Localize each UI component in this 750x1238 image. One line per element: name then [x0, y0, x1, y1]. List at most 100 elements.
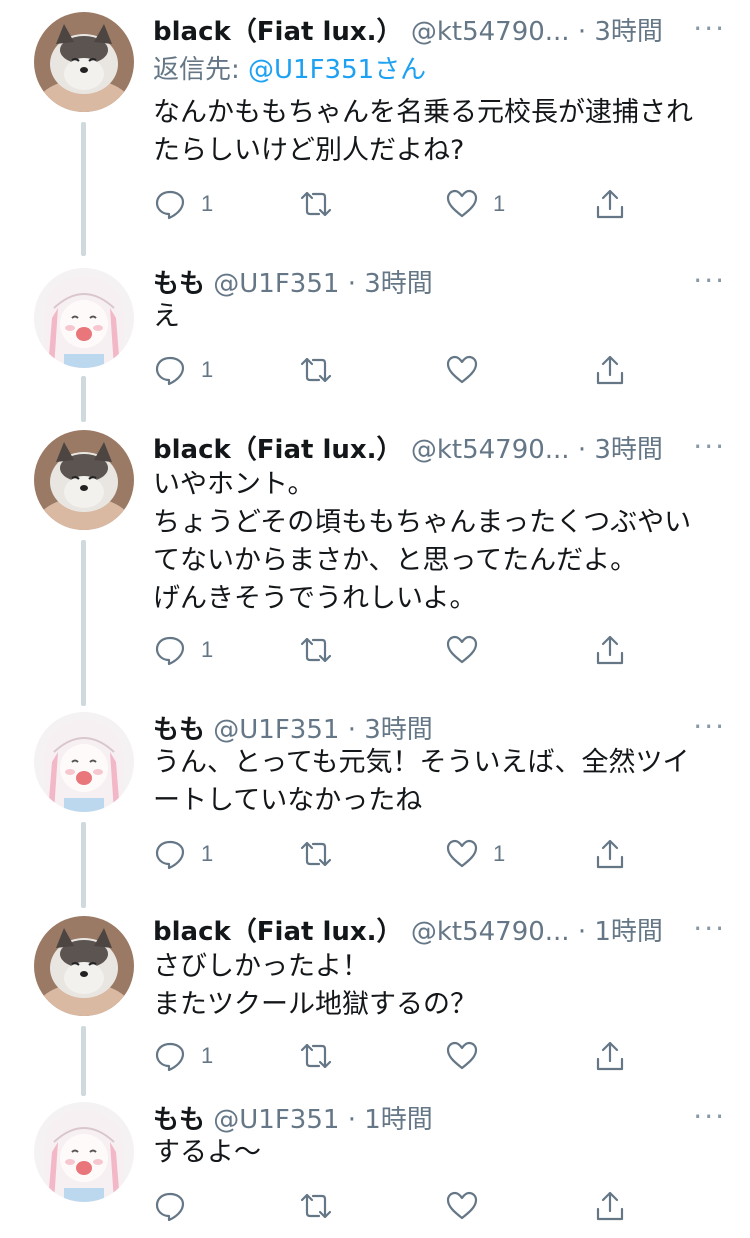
more-icon[interactable]: ···	[693, 710, 726, 744]
more-icon[interactable]: ···	[693, 430, 726, 464]
share-button[interactable]	[593, 350, 627, 390]
share-button[interactable]	[593, 1036, 627, 1076]
replying-to: 返信先: @U1F351さん	[153, 50, 426, 90]
retweet-button[interactable]	[299, 350, 347, 390]
share-icon	[596, 839, 624, 869]
separator-dot: ·	[577, 435, 587, 465]
reply-icon	[155, 636, 185, 666]
avatar-anime-girl[interactable]	[34, 1102, 134, 1202]
separator-dot: ·	[347, 1105, 356, 1135]
author-handle[interactable]: @U1F351	[213, 715, 339, 745]
tweet-text-line: うん、とっても元気！そういえば、全然ツイ	[153, 747, 690, 778]
reply-count: 1	[201, 841, 214, 866]
tweet[interactable]: もも @U1F351 · 3時間 ··· え 1	[0, 258, 750, 398]
avatar-dog[interactable]	[34, 12, 134, 112]
avatar-anime-girl[interactable]	[34, 712, 134, 812]
retweet-button[interactable]	[299, 184, 347, 224]
more-icon[interactable]: ···	[693, 264, 726, 298]
timestamp[interactable]: 3時間	[594, 17, 663, 47]
reply-to-mention[interactable]: @U1F351さん	[248, 55, 426, 85]
retweet-icon	[300, 1043, 332, 1069]
retweet-button[interactable]	[299, 630, 347, 670]
share-icon	[596, 635, 624, 665]
reply-button[interactable]: 1	[153, 834, 213, 874]
like-button[interactable]	[445, 350, 493, 390]
timestamp[interactable]: 3時間	[364, 715, 433, 745]
reply-button[interactable]: 1	[153, 184, 213, 224]
like-button[interactable]	[445, 630, 493, 670]
reply-button[interactable]: 1	[153, 1036, 213, 1076]
action-bar: 1	[153, 350, 633, 390]
tweet-text-line: げんきそうでうれしいよ。	[153, 583, 477, 614]
separator-dot: ·	[577, 17, 587, 47]
timestamp[interactable]: 3時間	[594, 435, 663, 465]
author-handle[interactable]: @U1F351	[213, 1105, 339, 1135]
tweet-text: さびしかったよ！ またツクール地獄するの？	[153, 948, 722, 1024]
retweet-button[interactable]	[299, 834, 347, 874]
avatar-anime-girl[interactable]	[34, 268, 134, 368]
tweet-header: black（Fiat lux.） @kt54790... · 3時間 ···	[153, 12, 726, 52]
share-icon	[596, 1191, 624, 1221]
heart-icon	[446, 1041, 478, 1070]
retweet-icon	[300, 1193, 332, 1219]
share-button[interactable]	[593, 630, 627, 670]
like-button[interactable]: 1	[445, 184, 505, 224]
tweet-text: うん、とっても元気！そういえば、全然ツイ ートしていなかったね	[153, 744, 722, 820]
tweet[interactable]: black（Fiat lux.） @kt54790... · 1時間 ··· さ…	[0, 906, 750, 1076]
reply-icon	[155, 1042, 185, 1072]
timestamp[interactable]: 1時間	[594, 917, 663, 947]
author-name[interactable]: black（Fiat lux.）	[153, 17, 403, 47]
author-name[interactable]: black（Fiat lux.）	[153, 435, 403, 465]
reply-button[interactable]	[153, 1186, 201, 1226]
retweet-icon	[300, 637, 332, 663]
like-button[interactable]: 1	[445, 834, 505, 874]
author-name[interactable]: もも	[153, 715, 205, 745]
reply-count: 1	[201, 1043, 214, 1068]
share-icon	[596, 189, 624, 219]
more-icon[interactable]: ···	[693, 1100, 726, 1134]
avatar-dog[interactable]	[34, 430, 134, 530]
tweet-text-line: またツクール地獄するの？	[153, 989, 477, 1020]
author-name[interactable]: もも	[153, 1105, 205, 1135]
share-button[interactable]	[593, 1186, 627, 1226]
tweet-header: black（Fiat lux.） @kt54790... · 1時間 ···	[153, 912, 726, 952]
avatar-dog[interactable]	[34, 916, 134, 1016]
tweet-text-line: ちょうどその頃ももちゃんまったくつぶやい	[153, 507, 692, 538]
separator-dot: ·	[577, 917, 587, 947]
tweet[interactable]: black（Fiat lux.） @kt54790... · 3時間 ··· い…	[0, 424, 750, 674]
author-name[interactable]: もも	[153, 269, 205, 299]
retweet-icon	[300, 841, 332, 867]
reply-icon	[155, 190, 185, 220]
like-button[interactable]	[445, 1186, 493, 1226]
heart-icon	[446, 355, 478, 384]
share-icon	[596, 355, 624, 385]
tweet-text-line: いやホント。	[153, 469, 315, 500]
tweet[interactable]: もも @U1F351 · 3時間 ··· うん、とっても元気！そういえば、全然ツ…	[0, 704, 750, 884]
timestamp[interactable]: 3時間	[364, 269, 433, 299]
reply-button[interactable]: 1	[153, 630, 213, 670]
tweet-header: black（Fiat lux.） @kt54790... · 3時間 ···	[153, 430, 726, 470]
heart-icon	[446, 839, 478, 868]
tweet[interactable]: black（Fiat lux.） @kt54790... · 3時間 ··· 返…	[0, 6, 750, 236]
reply-count: 1	[201, 637, 214, 662]
reply-icon	[155, 840, 185, 870]
more-icon[interactable]: ···	[693, 12, 726, 46]
retweet-button[interactable]	[299, 1186, 347, 1226]
tweet-text-line: ートしていなかったね	[153, 785, 423, 816]
tweet-text-line: するよ〜	[153, 1137, 261, 1168]
tweet[interactable]: もも @U1F351 · 1時間 ··· するよ〜	[0, 1094, 750, 1238]
retweet-button[interactable]	[299, 1036, 347, 1076]
share-button[interactable]	[593, 184, 627, 224]
author-handle[interactable]: @kt54790...	[411, 917, 570, 947]
timestamp[interactable]: 1時間	[364, 1105, 433, 1135]
reply-button[interactable]: 1	[153, 350, 213, 390]
author-handle[interactable]: @U1F351	[213, 269, 339, 299]
retweet-icon	[300, 191, 332, 217]
more-icon[interactable]: ···	[693, 912, 726, 946]
heart-icon	[446, 189, 478, 218]
author-handle[interactable]: @kt54790...	[411, 435, 570, 465]
like-button[interactable]	[445, 1036, 493, 1076]
author-handle[interactable]: @kt54790...	[411, 17, 570, 47]
share-button[interactable]	[593, 834, 627, 874]
author-name[interactable]: black（Fiat lux.）	[153, 917, 403, 947]
